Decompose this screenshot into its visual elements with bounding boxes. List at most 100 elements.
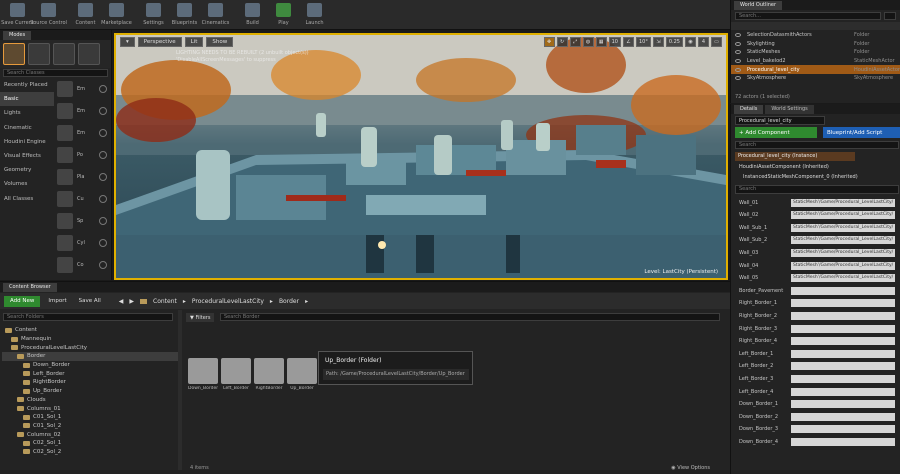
property-value-field[interactable]: StaticMesh'/Game/Procedural_LevelLastCit… bbox=[791, 274, 895, 283]
perspective-button[interactable]: Perspective bbox=[137, 37, 182, 47]
property-value-field[interactable] bbox=[791, 400, 895, 409]
property-value-field[interactable]: StaticMesh'/Game/Procedural_LevelLastCit… bbox=[791, 198, 895, 207]
property-value-field[interactable]: StaticMesh'/Game/Procedural_LevelLastCit… bbox=[791, 261, 895, 270]
help-icon[interactable] bbox=[99, 217, 107, 225]
property-value-field[interactable] bbox=[791, 387, 895, 396]
outliner-row[interactable]: StaticMeshes Folder bbox=[731, 48, 900, 57]
folder-tree-item[interactable]: C02_Sol_1 bbox=[2, 439, 178, 448]
property-value-field[interactable]: StaticMesh'/Game/Procedural_LevelLastCit… bbox=[791, 223, 895, 232]
folder-asset[interactable]: Left_Border bbox=[221, 358, 251, 398]
folder-tree-item[interactable]: C02_Sol_2 bbox=[2, 448, 178, 457]
help-icon[interactable] bbox=[99, 261, 107, 269]
help-icon[interactable] bbox=[99, 239, 107, 247]
landscape-mode-icon[interactable] bbox=[53, 43, 75, 65]
visibility-eye-icon[interactable] bbox=[735, 76, 741, 81]
tab-modes[interactable]: Modes bbox=[3, 30, 32, 40]
placeable-item[interactable]: Em bbox=[54, 100, 108, 122]
category-item[interactable]: Recently Placed bbox=[0, 78, 54, 92]
category-item[interactable]: All Classes bbox=[0, 192, 54, 206]
import-button[interactable]: Import bbox=[44, 296, 70, 307]
rotate-icon[interactable]: ↻ bbox=[556, 37, 568, 47]
level-viewport[interactable]: ▾ Perspective Lit Show LIGHTING NEEDS TO… bbox=[114, 33, 728, 280]
property-value-field[interactable] bbox=[791, 299, 895, 308]
category-item[interactable]: Basic bbox=[0, 92, 54, 107]
folder-tree-item[interactable]: Columns_02 bbox=[2, 430, 178, 439]
placeable-item[interactable]: Cu bbox=[54, 188, 108, 210]
help-icon[interactable] bbox=[99, 129, 107, 137]
outliner-row[interactable]: Procedural_level_city HoudiniAssetActor bbox=[731, 65, 900, 74]
paint-mode-icon[interactable] bbox=[28, 43, 50, 65]
visibility-eye-icon[interactable] bbox=[735, 33, 741, 38]
property-value-field[interactable] bbox=[791, 311, 895, 320]
back-icon[interactable]: ◀ bbox=[119, 298, 124, 305]
view-options-button[interactable]: ◉ View Options bbox=[671, 465, 710, 471]
visibility-eye-icon[interactable] bbox=[735, 41, 741, 46]
tab-details[interactable]: Details bbox=[734, 104, 764, 114]
surface-snap-icon[interactable]: ▦ bbox=[595, 37, 607, 47]
folder-tree-item[interactable]: RightBorder bbox=[2, 378, 178, 387]
rotation-snap-icon[interactable]: ∠ bbox=[622, 37, 634, 47]
category-item[interactable]: Visual Effects bbox=[0, 149, 54, 163]
toolbar-button-6[interactable]: Cinematics bbox=[200, 0, 231, 30]
forward-icon[interactable]: ▶ bbox=[129, 298, 134, 305]
property-value-field[interactable] bbox=[791, 349, 895, 358]
maximize-icon[interactable]: ▭ bbox=[711, 37, 722, 47]
viewport-options-button[interactable]: ▾ bbox=[120, 37, 135, 47]
folder-asset[interactable]: Up_Border bbox=[287, 358, 317, 398]
placeable-item[interactable]: Pla bbox=[54, 166, 108, 188]
placeable-item[interactable]: Cyl bbox=[54, 232, 108, 254]
tree-scrollbar[interactable] bbox=[178, 310, 182, 470]
folder-asset[interactable]: Down_Border bbox=[188, 358, 218, 398]
category-item[interactable]: Houdini Engine bbox=[0, 135, 54, 149]
folder-tree-item[interactable]: ProceduralLevelLastCity bbox=[2, 343, 178, 352]
place-mode-icon[interactable] bbox=[3, 43, 25, 65]
category-item[interactable]: Lights bbox=[0, 106, 54, 120]
folder-tree-item[interactable]: Clouds bbox=[2, 396, 178, 405]
folder-asset[interactable]: RightBorder bbox=[254, 358, 284, 398]
visibility-eye-icon[interactable] bbox=[735, 50, 741, 55]
outliner-options-icon[interactable] bbox=[884, 12, 896, 20]
blueprint-add-script-button[interactable]: Blueprint/Add Script bbox=[823, 127, 900, 138]
help-icon[interactable] bbox=[99, 173, 107, 181]
folder-tree-item[interactable]: Content bbox=[2, 326, 178, 335]
folder-tree-item[interactable]: Left_Border bbox=[2, 369, 178, 378]
property-value-field[interactable] bbox=[791, 286, 895, 295]
tab-content-browser[interactable]: Content Browser bbox=[3, 282, 57, 292]
toolbar-button-3[interactable]: Marketplace bbox=[101, 0, 132, 30]
folder-tree-item[interactable]: Down_Border bbox=[2, 361, 178, 370]
rotation-snap-value[interactable]: 10° bbox=[635, 37, 651, 47]
visibility-eye-icon[interactable] bbox=[735, 59, 741, 64]
component-root[interactable]: Procedural_level_city (Instance) bbox=[735, 152, 855, 161]
tab-world-settings[interactable]: World Settings bbox=[765, 104, 814, 114]
property-value-field[interactable] bbox=[791, 374, 895, 383]
breadcrumb-procedural[interactable]: ProceduralLevelLastCity bbox=[192, 298, 264, 305]
outliner-row[interactable]: Level_bakelod2 StaticMeshActor bbox=[731, 57, 900, 66]
save-all-button[interactable]: Save All bbox=[75, 296, 105, 307]
property-value-field[interactable] bbox=[791, 337, 895, 346]
outliner-row[interactable]: SelectionDatasmithActors Folder bbox=[731, 31, 900, 40]
components-search-input[interactable]: Search bbox=[735, 141, 899, 149]
scale-snap-value[interactable]: 0.25 bbox=[665, 37, 683, 47]
property-value-field[interactable] bbox=[791, 362, 895, 371]
scale-snap-icon[interactable]: ⇲ bbox=[652, 37, 664, 47]
search-folders-input[interactable]: Search Folders bbox=[3, 313, 173, 321]
add-new-button[interactable]: Add New bbox=[4, 295, 41, 307]
outliner-row[interactable]: Skylighting Folder bbox=[731, 40, 900, 49]
toolbar-button-7[interactable]: Build bbox=[237, 0, 268, 30]
camera-speed-value[interactable]: 4 bbox=[698, 37, 709, 47]
visibility-eye-icon[interactable] bbox=[735, 67, 741, 72]
category-item[interactable]: Cinematic bbox=[0, 121, 54, 135]
tab-world-outliner[interactable]: World Outliner bbox=[734, 0, 783, 10]
outliner-row[interactable]: SkyAtmosphere SkyAtmosphere bbox=[731, 74, 900, 83]
toolbar-button-0[interactable]: Save Current bbox=[1, 0, 34, 30]
help-icon[interactable] bbox=[99, 195, 107, 203]
search-assets-input[interactable]: Search Border bbox=[220, 313, 720, 321]
folder-tree-item[interactable]: C01_Sol_1 bbox=[2, 413, 178, 422]
folder-tree-item[interactable]: Up_Border bbox=[2, 387, 178, 396]
placeable-item[interactable]: Em bbox=[54, 122, 108, 144]
placeable-item[interactable]: Po bbox=[54, 144, 108, 166]
property-value-field[interactable]: StaticMesh'/Game/Procedural_LevelLastCit… bbox=[791, 211, 895, 220]
grid-snap-value[interactable]: 10 bbox=[608, 37, 621, 47]
outliner-search-input[interactable]: Search... bbox=[735, 12, 881, 20]
lit-button[interactable]: Lit bbox=[184, 37, 204, 47]
